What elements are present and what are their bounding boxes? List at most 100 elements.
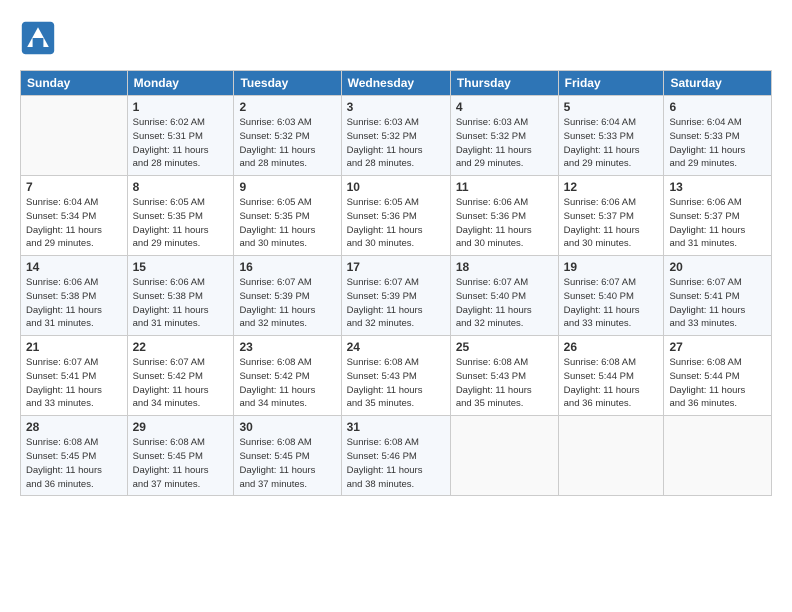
day-number: 19 bbox=[564, 260, 659, 274]
day-cell: 25Sunrise: 6:08 AM Sunset: 5:43 PM Dayli… bbox=[450, 336, 558, 416]
day-cell bbox=[21, 96, 128, 176]
day-info: Sunrise: 6:06 AM Sunset: 5:37 PM Dayligh… bbox=[669, 196, 766, 251]
day-number: 22 bbox=[133, 340, 229, 354]
logo-icon bbox=[20, 20, 56, 56]
day-number: 27 bbox=[669, 340, 766, 354]
day-cell: 30 Sunrise: 6:08 AM Sunset: 5:45 PM Dayli… bbox=[234, 416, 341, 496]
day-cell: 24 Sunrise: 6:08 AM Sunset: 5:43 PM Dayli… bbox=[341, 336, 450, 416]
day-info: Sunrise: 6:07 AM Sunset: 5:41 PM Dayligh… bbox=[26, 356, 122, 411]
day-cell: 18 Sunrise: 6:07 AM Sunset: 5:40 PM Dayli… bbox=[450, 256, 558, 336]
day-info: Sunrise: 6:05 AM Sunset: 5:35 PM Dayligh… bbox=[133, 196, 229, 251]
day-number: 18 bbox=[456, 260, 553, 274]
day-number: 10 bbox=[347, 180, 445, 194]
day-number: 7 bbox=[26, 180, 122, 194]
week-row-1: 1Sunrise: 6:02 AM Sunset: 5:31 PM Daylig… bbox=[21, 96, 772, 176]
logo bbox=[20, 20, 62, 56]
day-info: Sunrise: 6:06 AM Sunset: 5:36 PM Dayligh… bbox=[456, 196, 553, 251]
day-number: 11 bbox=[456, 180, 553, 194]
day-number: 5 bbox=[564, 100, 659, 114]
day-cell: 3Sunrise: 6:03 AM Sunset: 5:32 PM Daylig… bbox=[341, 96, 450, 176]
col-header-wednesday: Wednesday bbox=[341, 71, 450, 96]
day-info: Sunrise: 6:06 AM Sunset: 5:37 PM Dayligh… bbox=[564, 196, 659, 251]
week-row-2: 7 Sunrise: 6:04 AM Sunset: 5:34 PM Daylig… bbox=[21, 176, 772, 256]
day-cell bbox=[664, 416, 772, 496]
day-cell: 8 Sunrise: 6:05 AM Sunset: 5:35 PM Daylig… bbox=[127, 176, 234, 256]
day-info: Sunrise: 6:08 AM Sunset: 5:45 PM Dayligh… bbox=[239, 436, 335, 491]
day-info: Sunrise: 6:06 AM Sunset: 5:38 PM Dayligh… bbox=[26, 276, 122, 331]
day-number: 15 bbox=[133, 260, 229, 274]
day-info: Sunrise: 6:06 AM Sunset: 5:38 PM Dayligh… bbox=[133, 276, 229, 331]
day-cell: 22 Sunrise: 6:07 AM Sunset: 5:42 PM Dayli… bbox=[127, 336, 234, 416]
col-header-saturday: Saturday bbox=[664, 71, 772, 96]
calendar-table: SundayMondayTuesdayWednesdayThursdayFrid… bbox=[20, 70, 772, 496]
day-info: Sunrise: 6:03 AM Sunset: 5:32 PM Dayligh… bbox=[239, 116, 335, 171]
day-number: 8 bbox=[133, 180, 229, 194]
day-cell: 21 Sunrise: 6:07 AM Sunset: 5:41 PM Dayli… bbox=[21, 336, 128, 416]
day-number: 23 bbox=[239, 340, 335, 354]
day-info: Sunrise: 6:04 AM Sunset: 5:33 PM Dayligh… bbox=[669, 116, 766, 171]
day-number: 17 bbox=[347, 260, 445, 274]
day-info: Sunrise: 6:08 AM Sunset: 5:45 PM Dayligh… bbox=[26, 436, 122, 491]
calendar-header: SundayMondayTuesdayWednesdayThursdayFrid… bbox=[21, 71, 772, 96]
day-cell: 11 Sunrise: 6:06 AM Sunset: 5:36 PM Dayli… bbox=[450, 176, 558, 256]
day-info: Sunrise: 6:02 AM Sunset: 5:31 PM Dayligh… bbox=[133, 116, 229, 171]
day-cell: 26 Sunrise: 6:08 AM Sunset: 5:44 PM Dayli… bbox=[558, 336, 664, 416]
day-cell: 9 Sunrise: 6:05 AM Sunset: 5:35 PM Daylig… bbox=[234, 176, 341, 256]
day-cell: 6Sunrise: 6:04 AM Sunset: 5:33 PM Daylig… bbox=[664, 96, 772, 176]
day-info: Sunrise: 6:07 AM Sunset: 5:42 PM Dayligh… bbox=[133, 356, 229, 411]
day-info: Sunrise: 6:05 AM Sunset: 5:35 PM Dayligh… bbox=[239, 196, 335, 251]
day-info: Sunrise: 6:05 AM Sunset: 5:36 PM Dayligh… bbox=[347, 196, 445, 251]
col-header-sunday: Sunday bbox=[21, 71, 128, 96]
day-number: 2 bbox=[239, 100, 335, 114]
day-cell: 27 Sunrise: 6:08 AM Sunset: 5:44 PM Dayli… bbox=[664, 336, 772, 416]
calendar-body: 1Sunrise: 6:02 AM Sunset: 5:31 PM Daylig… bbox=[21, 96, 772, 496]
day-number: 13 bbox=[669, 180, 766, 194]
col-header-monday: Monday bbox=[127, 71, 234, 96]
day-info: Sunrise: 6:07 AM Sunset: 5:41 PM Dayligh… bbox=[669, 276, 766, 331]
day-cell: 16Sunrise: 6:07 AM Sunset: 5:39 PM Dayli… bbox=[234, 256, 341, 336]
col-header-friday: Friday bbox=[558, 71, 664, 96]
day-cell: 12Sunrise: 6:06 AM Sunset: 5:37 PM Dayli… bbox=[558, 176, 664, 256]
day-number: 24 bbox=[347, 340, 445, 354]
day-info: Sunrise: 6:03 AM Sunset: 5:32 PM Dayligh… bbox=[456, 116, 553, 171]
header-row: SundayMondayTuesdayWednesdayThursdayFrid… bbox=[21, 71, 772, 96]
day-cell: 1Sunrise: 6:02 AM Sunset: 5:31 PM Daylig… bbox=[127, 96, 234, 176]
day-cell bbox=[450, 416, 558, 496]
day-info: Sunrise: 6:08 AM Sunset: 5:44 PM Dayligh… bbox=[564, 356, 659, 411]
day-cell: 2 Sunrise: 6:03 AM Sunset: 5:32 PM Daylig… bbox=[234, 96, 341, 176]
day-cell: 13 Sunrise: 6:06 AM Sunset: 5:37 PM Dayli… bbox=[664, 176, 772, 256]
day-info: Sunrise: 6:07 AM Sunset: 5:40 PM Dayligh… bbox=[564, 276, 659, 331]
day-info: Sunrise: 6:07 AM Sunset: 5:40 PM Dayligh… bbox=[456, 276, 553, 331]
week-row-5: 28 Sunrise: 6:08 AM Sunset: 5:45 PM Dayli… bbox=[21, 416, 772, 496]
day-number: 4 bbox=[456, 100, 553, 114]
day-info: Sunrise: 6:08 AM Sunset: 5:45 PM Dayligh… bbox=[133, 436, 229, 491]
day-number: 31 bbox=[347, 420, 445, 434]
day-info: Sunrise: 6:03 AM Sunset: 5:32 PM Dayligh… bbox=[347, 116, 445, 171]
day-cell: 23Sunrise: 6:08 AM Sunset: 5:42 PM Dayli… bbox=[234, 336, 341, 416]
day-number: 20 bbox=[669, 260, 766, 274]
day-cell: 31Sunrise: 6:08 AM Sunset: 5:46 PM Dayli… bbox=[341, 416, 450, 496]
day-info: Sunrise: 6:04 AM Sunset: 5:33 PM Dayligh… bbox=[564, 116, 659, 171]
week-row-4: 21 Sunrise: 6:07 AM Sunset: 5:41 PM Dayli… bbox=[21, 336, 772, 416]
day-number: 30 bbox=[239, 420, 335, 434]
col-header-thursday: Thursday bbox=[450, 71, 558, 96]
day-number: 9 bbox=[239, 180, 335, 194]
day-cell: 5 Sunrise: 6:04 AM Sunset: 5:33 PM Daylig… bbox=[558, 96, 664, 176]
day-cell: 15 Sunrise: 6:06 AM Sunset: 5:38 PM Dayli… bbox=[127, 256, 234, 336]
day-info: Sunrise: 6:08 AM Sunset: 5:43 PM Dayligh… bbox=[347, 356, 445, 411]
day-number: 28 bbox=[26, 420, 122, 434]
day-cell: 7 Sunrise: 6:04 AM Sunset: 5:34 PM Daylig… bbox=[21, 176, 128, 256]
day-info: Sunrise: 6:08 AM Sunset: 5:44 PM Dayligh… bbox=[669, 356, 766, 411]
day-number: 25 bbox=[456, 340, 553, 354]
day-number: 14 bbox=[26, 260, 122, 274]
day-cell: 4 Sunrise: 6:03 AM Sunset: 5:32 PM Daylig… bbox=[450, 96, 558, 176]
day-number: 21 bbox=[26, 340, 122, 354]
day-cell: 29 Sunrise: 6:08 AM Sunset: 5:45 PM Dayli… bbox=[127, 416, 234, 496]
day-info: Sunrise: 6:04 AM Sunset: 5:34 PM Dayligh… bbox=[26, 196, 122, 251]
day-number: 29 bbox=[133, 420, 229, 434]
page: SundayMondayTuesdayWednesdayThursdayFrid… bbox=[0, 0, 792, 612]
day-cell: 20 Sunrise: 6:07 AM Sunset: 5:41 PM Dayli… bbox=[664, 256, 772, 336]
day-info: Sunrise: 6:07 AM Sunset: 5:39 PM Dayligh… bbox=[347, 276, 445, 331]
day-cell bbox=[558, 416, 664, 496]
day-number: 26 bbox=[564, 340, 659, 354]
